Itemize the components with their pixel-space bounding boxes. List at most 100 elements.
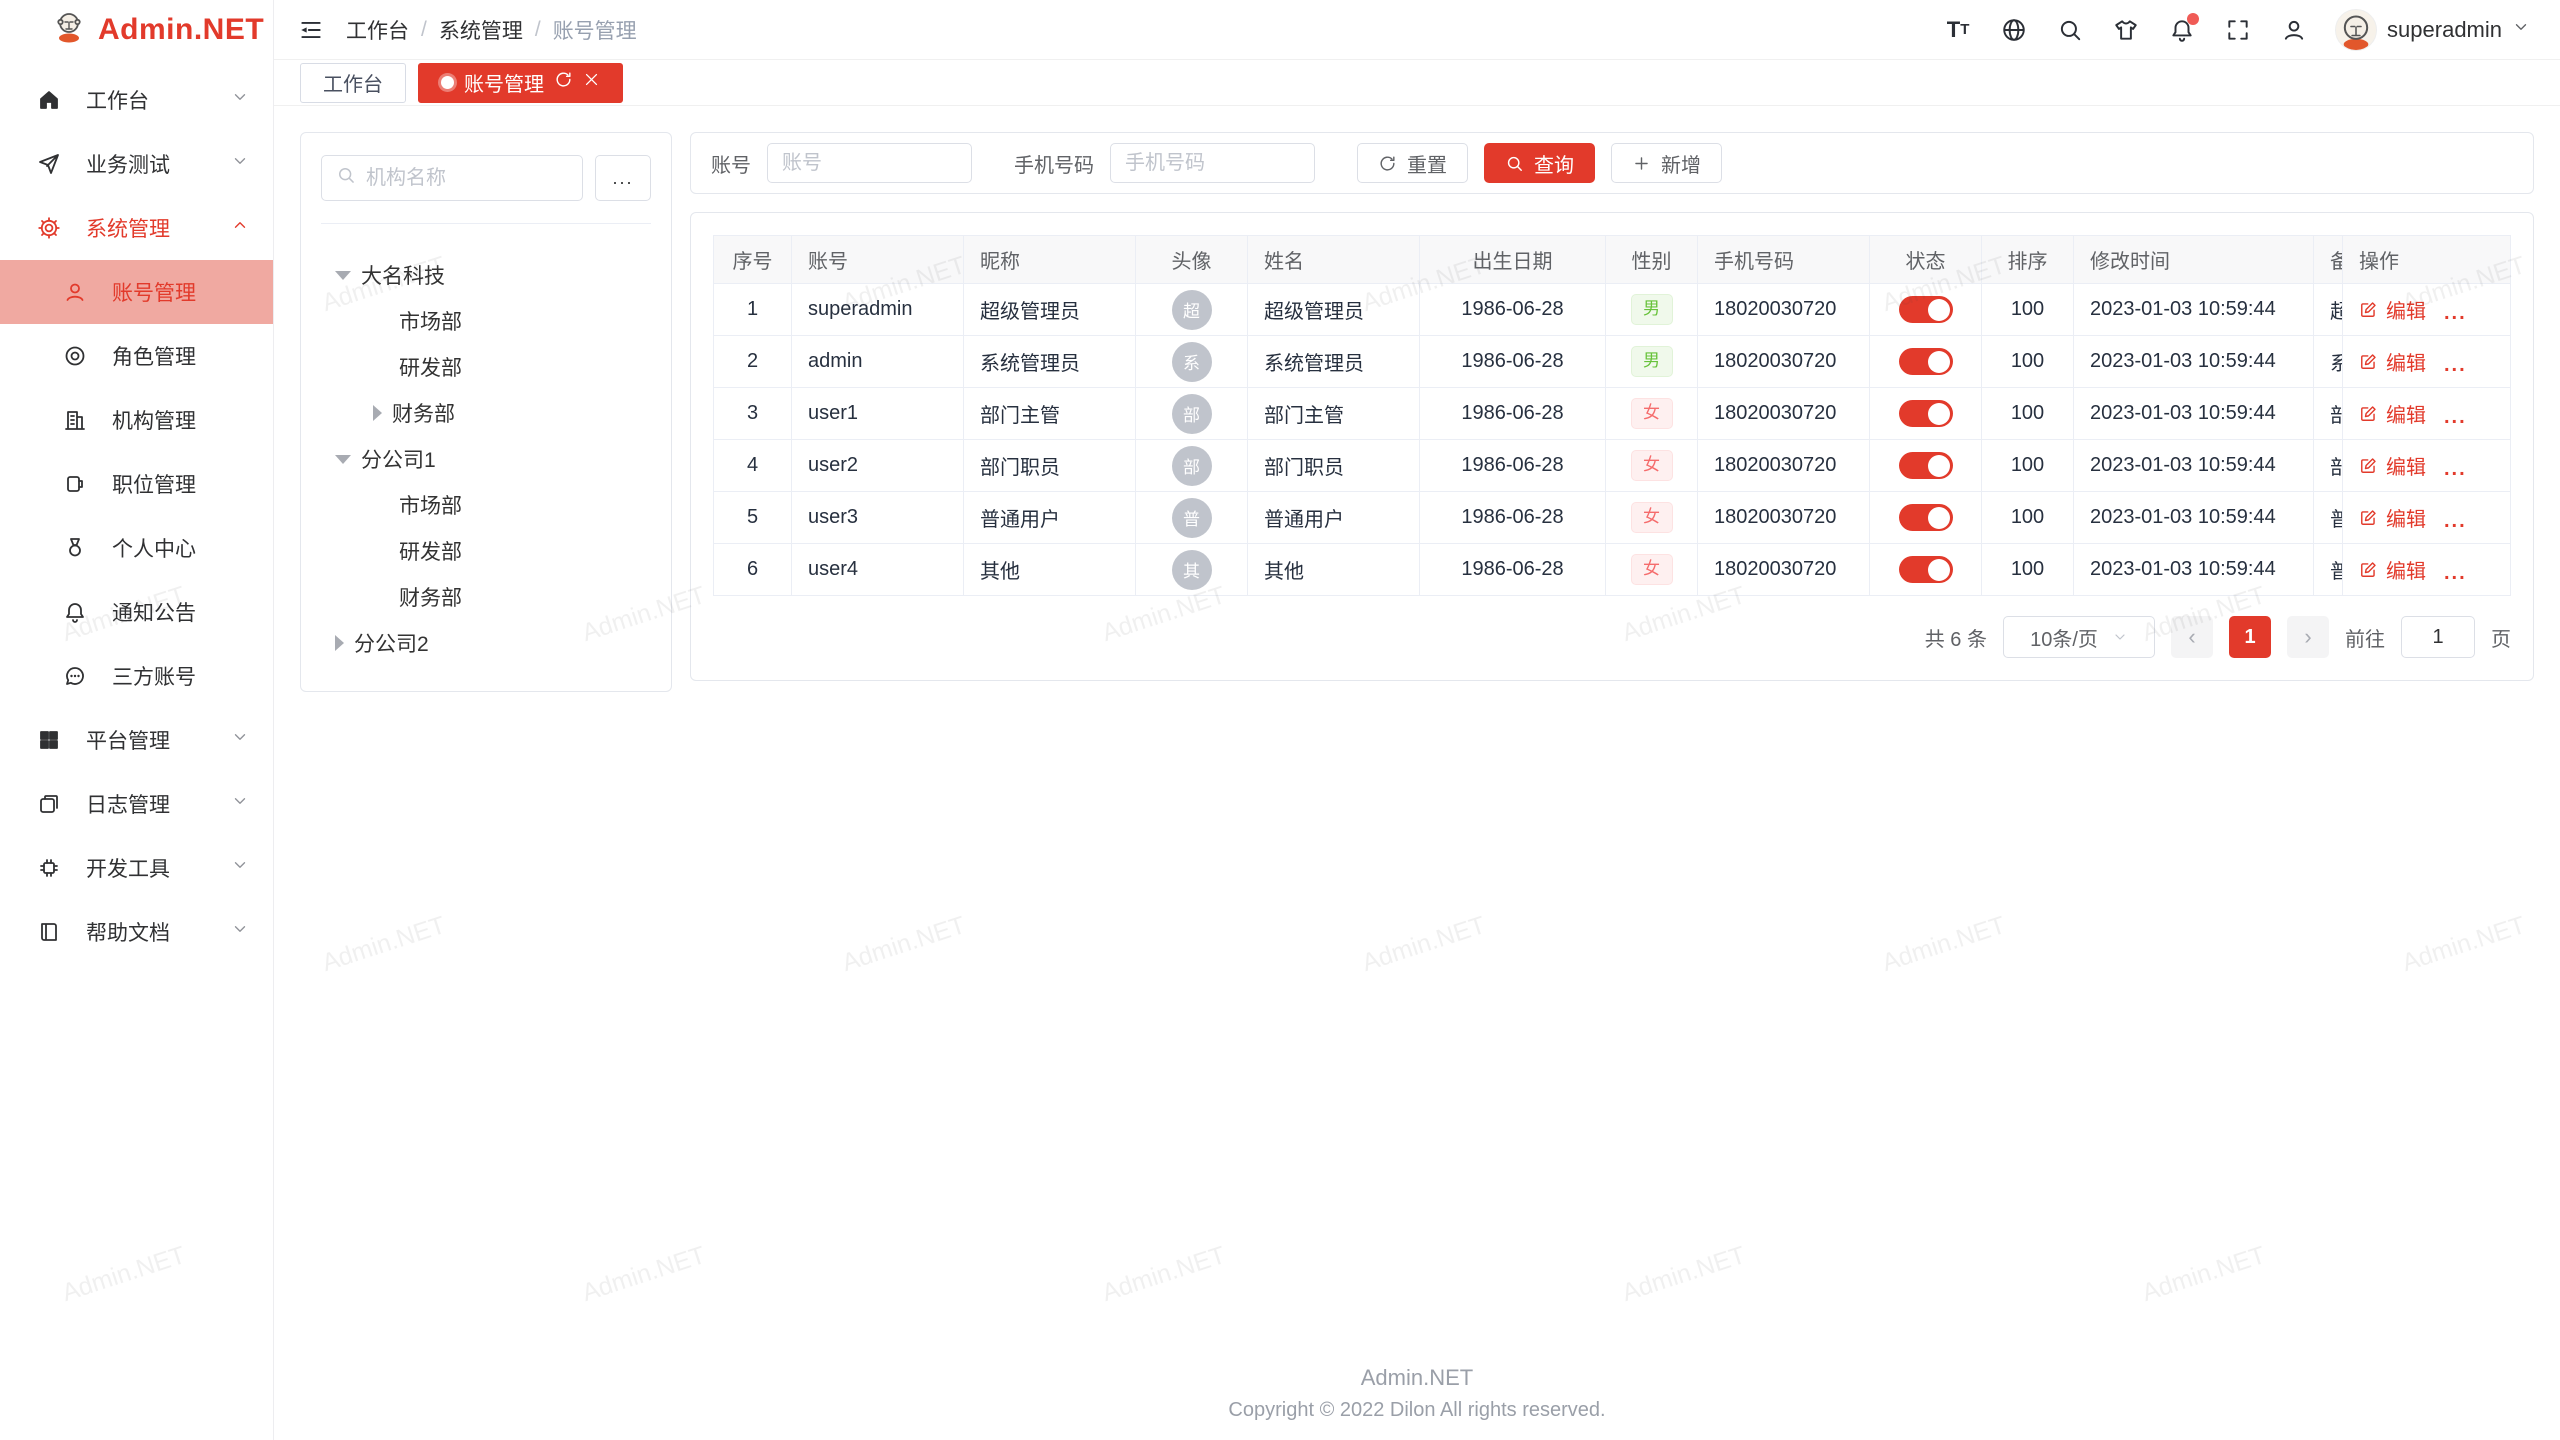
prev-page-button[interactable]: ‹ <box>2171 616 2213 658</box>
org-more-button[interactable]: ... <box>595 155 651 201</box>
goto-page-input[interactable] <box>2401 616 2475 658</box>
sidebar-item-position-management[interactable]: 职位管理 <box>0 452 273 516</box>
row-more-button[interactable]: ... <box>2444 458 2467 480</box>
status-toggle[interactable] <box>1899 556 1953 583</box>
cell-remark: 部门职员 <box>2314 440 2343 492</box>
org-tree-toolbar: ... <box>321 155 651 224</box>
caret-down-icon[interactable] <box>335 271 351 280</box>
row-more-button[interactable]: ... <box>2444 406 2467 428</box>
sidebar-item-platform-management[interactable]: 平台管理 <box>0 708 273 772</box>
status-toggle[interactable] <box>1899 504 1953 531</box>
sidebar-item-dev-tools[interactable]: 开发工具 <box>0 836 273 900</box>
sidebar-item-third-party[interactable]: 三方账号 <box>0 644 273 708</box>
edit-button[interactable]: 编辑 <box>2359 347 2426 376</box>
tree-node[interactable]: 分公司2 <box>321 620 651 666</box>
query-button[interactable]: 查询 <box>1484 143 1595 183</box>
fullscreen-icon[interactable] <box>2223 15 2253 45</box>
tab-close-icon[interactable] <box>583 71 600 94</box>
tree-node[interactable]: 市场部 <box>321 298 651 344</box>
status-toggle[interactable] <box>1899 348 1953 375</box>
logo[interactable]: Admin.NET <box>0 0 273 60</box>
user-menu[interactable]: superadmin <box>2335 9 2530 51</box>
tree-node[interactable]: 大名科技 <box>321 252 651 298</box>
sidebar-item-account-management[interactable]: 账号管理 <box>0 260 273 324</box>
tree-node[interactable]: 分公司1 <box>321 436 651 482</box>
cell-name: 部门主管 <box>1248 388 1420 440</box>
cell-actions: 编辑... <box>2343 544 2511 596</box>
org-search-input[interactable] <box>366 167 568 190</box>
cell-name: 超级管理员 <box>1248 284 1420 336</box>
account-table-card: 序号 账号 昵称 头像 姓名 出生日期 性别 手机号码 状态 排序 修改时间 <box>690 212 2534 681</box>
sidebar-item-personal-center[interactable]: 个人中心 <box>0 516 273 580</box>
cell-birth: 1986-06-28 <box>1420 284 1606 336</box>
notification-bell-icon[interactable] <box>2167 15 2197 45</box>
tab-label: 账号管理 <box>464 68 544 97</box>
font-size-icon[interactable]: TT <box>1943 15 1973 45</box>
reset-button[interactable]: 重置 <box>1357 143 1468 183</box>
account-filter-input[interactable] <box>767 143 972 183</box>
column-header: 排序 <box>1982 236 2074 284</box>
edit-button[interactable]: 编辑 <box>2359 555 2426 584</box>
help-book-icon <box>36 919 62 945</box>
sidebar-item-help-docs[interactable]: 帮助文档 <box>0 900 273 964</box>
status-toggle[interactable] <box>1899 452 1953 479</box>
sidebar-item-label: 业务测试 <box>86 149 170 179</box>
tree-node[interactable]: 市场部 <box>321 482 651 528</box>
cell-name: 普通用户 <box>1248 492 1420 544</box>
avatar: 其 <box>1172 550 1212 590</box>
row-more-button[interactable]: ... <box>2444 510 2467 532</box>
row-more-button[interactable]: ... <box>2444 562 2467 584</box>
language-globe-icon[interactable] <box>1999 15 2029 45</box>
caret-right-icon[interactable] <box>335 635 344 651</box>
cell-actions: 编辑... <box>2343 440 2511 492</box>
current-page-button[interactable]: 1 <box>2229 616 2271 658</box>
profile-icon[interactable] <box>2279 15 2309 45</box>
edit-button-label: 编辑 <box>2386 347 2426 376</box>
tab-account-management[interactable]: 账号管理 <box>418 63 623 103</box>
caret-down-icon[interactable] <box>335 455 351 464</box>
breadcrumb-item[interactable]: 工作台 <box>346 15 409 45</box>
sidebar-item-workbench[interactable]: 工作台 <box>0 68 273 132</box>
add-button[interactable]: 新增 <box>1611 143 1722 183</box>
tab-workbench[interactable]: 工作台 <box>300 63 406 103</box>
edit-button-label: 编辑 <box>2386 295 2426 324</box>
cell-gender: 女 <box>1606 440 1698 492</box>
tree-node[interactable]: 研发部 <box>321 528 651 574</box>
cell-actions: 编辑... <box>2343 284 2511 336</box>
sidebar-item-org-management[interactable]: 机构管理 <box>0 388 273 452</box>
next-page-button[interactable]: › <box>2287 616 2329 658</box>
status-toggle[interactable] <box>1899 296 1953 323</box>
edit-button[interactable]: 编辑 <box>2359 399 2426 428</box>
tree-node[interactable]: 研发部 <box>321 344 651 390</box>
cell-phone: 18020030720 <box>1698 440 1870 492</box>
sidebar-item-log-management[interactable]: 日志管理 <box>0 772 273 836</box>
theme-shirt-icon[interactable] <box>2111 15 2141 45</box>
table-row: 3 user1 部门主管 部 部门主管 1986-06-28 女 1802003… <box>714 388 2511 440</box>
menu-fold-icon[interactable] <box>298 17 324 43</box>
column-header: 修改时间 <box>2074 236 2314 284</box>
edit-button[interactable]: 编辑 <box>2359 451 2426 480</box>
tab-refresh-icon[interactable] <box>554 70 573 95</box>
edit-button[interactable]: 编辑 <box>2359 295 2426 324</box>
sidebar-item-business-test[interactable]: 业务测试 <box>0 132 273 196</box>
tree-node[interactable]: 财务部 <box>321 390 651 436</box>
breadcrumb-item[interactable]: 系统管理 <box>439 15 523 45</box>
status-toggle[interactable] <box>1899 400 1953 427</box>
search-icon[interactable] <box>2055 15 2085 45</box>
caret-right-icon[interactable] <box>373 405 382 421</box>
page-size-select[interactable]: 10条/页 <box>2003 616 2155 658</box>
row-more-button[interactable]: ... <box>2444 302 2467 324</box>
sidebar-item-system-management[interactable]: 系统管理 <box>0 196 273 260</box>
tree-node[interactable]: 财务部 <box>321 574 651 620</box>
cell-gender: 女 <box>1606 388 1698 440</box>
cell-birth: 1986-06-28 <box>1420 336 1606 388</box>
cell-birth: 1986-06-28 <box>1420 388 1606 440</box>
cell-nickname: 部门职员 <box>964 440 1136 492</box>
org-search-box[interactable] <box>321 155 583 201</box>
edit-button[interactable]: 编辑 <box>2359 503 2426 532</box>
phone-filter-input[interactable] <box>1110 143 1315 183</box>
sidebar-item-role-management[interactable]: 角色管理 <box>0 324 273 388</box>
row-more-button[interactable]: ... <box>2444 354 2467 376</box>
sidebar-item-notice[interactable]: 通知公告 <box>0 580 273 644</box>
cell-index: 5 <box>714 492 792 544</box>
